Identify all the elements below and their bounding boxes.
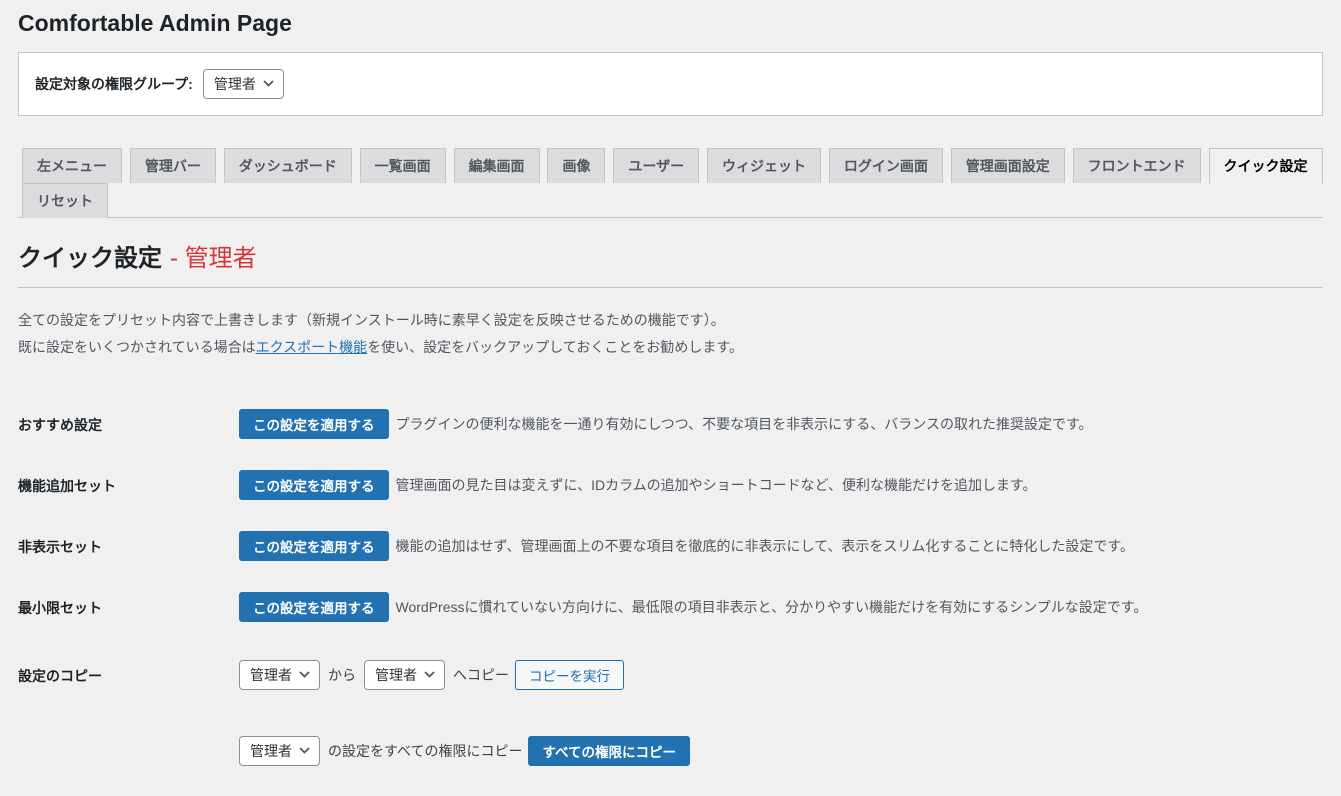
preset-description: 機能の追加はせず、管理画面上の不要な項目を徹底的に非表示にして、表示をスリム化す… xyxy=(395,537,1135,554)
section-description: 全ての設定をプリセット内容で上書きします（新規インストール時に素早く設定を反映さ… xyxy=(18,307,1323,362)
copy-all-source-select[interactable]: 管理者 xyxy=(239,735,320,766)
apply-hide-button[interactable]: この設定を適用する xyxy=(239,530,389,561)
tab-widget[interactable]: ウィジェット xyxy=(706,147,821,183)
copy-to-select-value: 管理者 xyxy=(375,666,417,683)
preset-description: プラグインの便利な機能を一通り有効にしつつ、不要な項目を非表示にする、バランスの… xyxy=(395,415,1093,432)
copy-settings-label: 設定のコピー xyxy=(18,667,102,684)
preset-label: おすすめ設定 xyxy=(18,416,102,433)
description-line-2: 既に設定をいくつかされている場合はエクスポート機能を使い、設定をバックアップして… xyxy=(18,339,743,356)
section-title: クイック設定 - 管理者 xyxy=(18,243,1323,274)
copy-settings-row: 設定のコピー 管理者 から 管理者 へコピー コピーを実行 xyxy=(18,659,1323,690)
tab-image[interactable]: 画像 xyxy=(547,147,606,183)
copy-settings-field: 管理者 から 管理者 へコピー コピーを実行 xyxy=(239,659,624,690)
copy-after-text: へコピー xyxy=(453,666,509,683)
tab-list-screen[interactable]: 一覧画面 xyxy=(359,147,446,183)
copy-from-select-value: 管理者 xyxy=(250,666,292,683)
tab-admin-screen-settings[interactable]: 管理画面設定 xyxy=(950,147,1065,183)
section-divider xyxy=(18,287,1323,289)
role-group-label: 設定対象の権限グループ: xyxy=(35,75,193,92)
copy-from-select[interactable]: 管理者 xyxy=(239,659,320,690)
copy-to-all-roles-button[interactable]: すべての権限にコピー xyxy=(528,735,690,766)
preset-row-hide: 非表示セット この設定を適用する 機能の追加はせず、管理画面上の不要な項目を徹底… xyxy=(18,530,1323,561)
quick-settings-form: おすすめ設定 この設定を適用する プラグインの便利な機能を一通り有効にしつつ、不… xyxy=(18,408,1323,766)
preset-field: この設定を適用する プラグインの便利な機能を一通り有効にしつつ、不要な項目を非表… xyxy=(239,408,1093,439)
tab-admin-bar[interactable]: 管理バー xyxy=(129,147,216,183)
tab-user[interactable]: ユーザー xyxy=(613,147,700,183)
preset-field: この設定を適用する WordPressに慣れていない方向けに、最低限の項目非表示… xyxy=(239,591,1148,622)
tab-left-menu[interactable]: 左メニュー xyxy=(22,147,122,183)
preset-row-recommended: おすすめ設定 この設定を適用する プラグインの便利な機能を一通り有効にしつつ、不… xyxy=(18,408,1323,439)
tab-frontend[interactable]: フロントエンド xyxy=(1072,147,1201,183)
chevron-down-icon xyxy=(299,671,310,678)
chevron-down-icon xyxy=(299,747,310,754)
copy-all-source-select-value: 管理者 xyxy=(250,742,292,759)
chevron-down-icon xyxy=(424,671,435,678)
preset-description: WordPressに慣れていない方向けに、最低限の項目非表示と、分かりやすい機能… xyxy=(395,598,1148,615)
execute-copy-button[interactable]: コピーを実行 xyxy=(515,659,624,690)
section-title-role-suffix: - 管理者 xyxy=(170,244,257,272)
copy-all-field: 管理者 の設定をすべての権限にコピー すべての権限にコピー xyxy=(239,735,690,766)
tab-reset[interactable]: リセット xyxy=(22,182,108,218)
preset-label: 機能追加セット xyxy=(18,477,116,494)
preset-description: 管理画面の見た目は変えずに、IDカラムの追加やショートコードなど、便利な機能だけ… xyxy=(395,476,1037,493)
preset-field: この設定を適用する 管理画面の見た目は変えずに、IDカラムの追加やショートコード… xyxy=(239,469,1037,500)
tab-login-screen[interactable]: ログイン画面 xyxy=(828,147,943,183)
settings-tab-bar: 左メニュー 管理バー ダッシュボード 一覧画面 編集画面 画像 ユーザー ウィジ… xyxy=(18,147,1323,218)
admin-page: Comfortable Admin Page 設定対象の権限グループ: 管理者 … xyxy=(0,0,1341,796)
role-group-box: 設定対象の権限グループ: 管理者 xyxy=(18,51,1323,116)
description-line-1: 全ての設定をプリセット内容で上書きします（新規インストール時に素早く設定を反映さ… xyxy=(18,312,725,329)
tab-edit-screen[interactable]: 編集画面 xyxy=(453,147,540,183)
apply-recommended-button[interactable]: この設定を適用する xyxy=(239,408,389,439)
copy-all-row: 管理者 の設定をすべての権限にコピー すべての権限にコピー xyxy=(18,735,1323,766)
copy-to-select[interactable]: 管理者 xyxy=(364,659,445,690)
apply-feature-add-button[interactable]: この設定を適用する xyxy=(239,469,389,500)
preset-field: この設定を適用する 機能の追加はせず、管理画面上の不要な項目を徹底的に非表示にし… xyxy=(239,530,1135,561)
preset-label: 最小限セット xyxy=(18,599,102,616)
copy-all-text: の設定をすべての権限にコピー xyxy=(328,742,523,759)
copy-all-label-spacer xyxy=(18,736,239,743)
preset-row-minimal: 最小限セット この設定を適用する WordPressに慣れていない方向けに、最低… xyxy=(18,591,1323,622)
page-title: Comfortable Admin Page xyxy=(18,10,292,36)
tab-dashboard[interactable]: ダッシュボード xyxy=(223,147,352,183)
tab-quick-settings[interactable]: クイック設定 xyxy=(1208,147,1323,184)
role-group-select-value: 管理者 xyxy=(213,75,256,92)
role-group-select[interactable]: 管理者 xyxy=(202,68,284,99)
preset-label: 非表示セット xyxy=(18,538,102,555)
chevron-down-icon xyxy=(263,80,274,88)
preset-row-feature-add: 機能追加セット この設定を適用する 管理画面の見た目は変えずに、IDカラムの追加… xyxy=(18,469,1323,500)
export-feature-link[interactable]: エクスポート機能 xyxy=(256,339,368,355)
copy-between-text: から xyxy=(328,666,356,683)
apply-minimal-button[interactable]: この設定を適用する xyxy=(239,591,389,622)
section-title-text: クイック設定 xyxy=(18,244,162,272)
